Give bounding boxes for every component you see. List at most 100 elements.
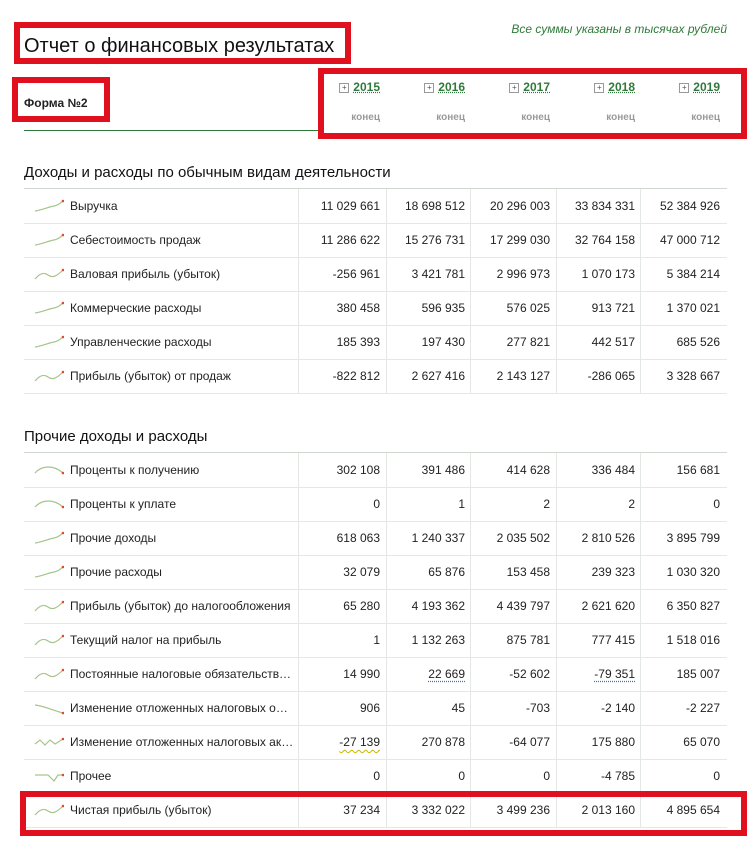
trend-sparkline-icon — [34, 301, 64, 314]
expand-icon[interactable]: + — [339, 83, 350, 93]
year-header-2017[interactable]: +2017 — [466, 78, 550, 96]
cell-value: 0 — [373, 497, 380, 511]
row-label: Прибыль (убыток) до налогообложения — [70, 599, 291, 613]
year-label[interactable]: 2019 — [693, 80, 720, 94]
row-label: Проценты к уплате — [70, 497, 176, 511]
column-divider — [298, 725, 299, 759]
column-divider — [298, 487, 299, 521]
row-label: Изменение отложенных налоговых обязатель… — [70, 701, 294, 715]
table-row[interactable]: Проценты к получению 302 108 391 486 414 62… — [24, 453, 727, 488]
cell-value: 156 681 — [676, 463, 720, 477]
cell-value: 14 990 — [343, 667, 380, 681]
column-divider — [298, 589, 299, 623]
cell-value: 33 834 331 — [574, 199, 635, 213]
cell-value: 3 499 236 — [496, 803, 550, 817]
cell-value: 302 108 — [336, 463, 380, 477]
cell-value: 197 430 — [421, 335, 465, 349]
cell-value: 47 000 712 — [659, 233, 720, 247]
row-label: Проценты к получению — [70, 463, 200, 477]
cell-value: 414 628 — [506, 463, 550, 477]
column-divider — [298, 189, 299, 223]
cell-value: 777 415 — [591, 633, 635, 647]
currency-note: Все суммы указаны в тысячах рублей — [511, 22, 727, 36]
table-row[interactable]: Валовая прибыль (убыток) -256 961 3 421 78… — [24, 257, 727, 292]
cell-value: 2 996 973 — [496, 267, 550, 281]
year-header-2016[interactable]: +2016 — [381, 78, 465, 96]
period-label: конец — [351, 112, 380, 123]
cell-value: 3 328 667 — [666, 369, 720, 383]
table-row[interactable]: Проценты к уплате 0 1 2 2 0 — [24, 487, 727, 522]
cell-value: 2 810 526 — [581, 531, 635, 545]
cell-value: 37 234 — [343, 803, 380, 817]
table-row[interactable]: Прочие расходы 32 079 65 876 153 458 239 323… — [24, 555, 727, 590]
row-label: Коммерческие расходы — [70, 301, 202, 315]
table-row[interactable]: Прибыль (убыток) до налогообложения 65 28… — [24, 589, 727, 624]
trend-sparkline-icon — [34, 600, 64, 612]
cell-value: 2 621 620 — [581, 599, 635, 613]
cell-value: 6 350 827 — [666, 599, 720, 613]
cell-value: 20 296 003 — [489, 199, 550, 213]
year-label[interactable]: 2018 — [608, 80, 635, 94]
section-title-other: Прочие доходы и расходы — [24, 428, 208, 445]
cell-value: 3 332 022 — [411, 803, 465, 817]
table-row[interactable]: Прочее 0 0 0 -4 785 0 — [24, 759, 727, 794]
cell-value: 270 878 — [421, 735, 465, 749]
table-row[interactable]: Прибыль (убыток) от продаж -822 812 2 627 … — [24, 359, 727, 394]
expand-icon[interactable]: + — [509, 83, 520, 93]
table-row[interactable]: Прочие доходы 618 063 1 240 337 2 035 502 2 … — [24, 521, 727, 556]
cell-value: 336 484 — [591, 463, 635, 477]
trend-sparkline-icon — [34, 466, 64, 475]
cell-value: 22 669 — [428, 667, 465, 681]
cell-value: 5 384 214 — [666, 267, 720, 281]
table-row[interactable]: Выручка 11 029 661 18 698 512 20 296 003 33 … — [24, 189, 727, 224]
expand-icon[interactable]: + — [679, 83, 690, 93]
row-label: Выручка — [70, 199, 118, 213]
column-divider — [298, 521, 299, 555]
row-label: Себестоимость продаж — [70, 233, 201, 247]
year-header-2018[interactable]: +2018 — [551, 78, 635, 96]
cell-value: 0 — [713, 769, 720, 783]
cell-value: 277 821 — [506, 335, 550, 349]
table-row[interactable]: Чистая прибыль (убыток) 37 234 3 332 022 3 … — [24, 793, 727, 828]
table-row[interactable]: Себестоимость продаж 11 286 622 15 276 731… — [24, 223, 727, 258]
table-row[interactable]: Коммерческие расходы 380 458 596 935 576 02… — [24, 291, 727, 326]
cell-value: 32 079 — [343, 565, 380, 579]
table-row[interactable]: Изменение отложенных налоговых обязатель… — [24, 691, 727, 726]
cell-value: 618 063 — [336, 531, 380, 545]
row-label: Изменение отложенных налоговых активов — [70, 735, 294, 749]
expand-icon[interactable]: + — [594, 83, 605, 93]
period-label: конец — [691, 112, 720, 123]
year-label[interactable]: 2015 — [353, 80, 380, 94]
table-row[interactable]: Изменение отложенных налоговых активов -2… — [24, 725, 727, 760]
cell-value: -822 812 — [332, 369, 380, 383]
cell-value: 153 458 — [506, 565, 550, 579]
row-label: Чистая прибыль (убыток) — [70, 803, 212, 817]
year-header-2015[interactable]: +2015 — [296, 78, 380, 96]
page-title: Отчет о финансовых результатах — [24, 35, 335, 57]
cell-value: 380 458 — [336, 301, 380, 315]
year-label[interactable]: 2016 — [438, 80, 465, 94]
cell-value: 1 030 320 — [666, 565, 720, 579]
expand-icon[interactable]: + — [424, 83, 435, 93]
row-label: Прочее — [70, 769, 112, 783]
year-header-2019[interactable]: +2019 — [636, 78, 720, 96]
column-divider — [298, 223, 299, 257]
cell-value: 2 — [543, 497, 550, 511]
cell-value: -64 077 — [509, 735, 550, 749]
table-row[interactable]: Постоянные налоговые обязательства (акти… — [24, 657, 727, 692]
section-title-ordinary: Доходы и расходы по обычным видам деятел… — [24, 164, 391, 181]
cell-value: 2 143 127 — [496, 369, 550, 383]
cell-value: 175 880 — [591, 735, 635, 749]
table-row[interactable]: Текущий налог на прибыль 1 1 132 263 875 78… — [24, 623, 727, 658]
trend-sparkline-icon — [34, 233, 64, 246]
cell-value: 45 — [451, 701, 465, 715]
year-label[interactable]: 2017 — [523, 80, 550, 94]
trend-sparkline-icon — [34, 565, 64, 578]
table-row[interactable]: Управленческие расходы 185 393 197 430 277 … — [24, 325, 727, 360]
cell-value: -256 961 — [332, 267, 380, 281]
cell-value: 4 439 797 — [496, 599, 550, 613]
cell-value: 0 — [458, 769, 465, 783]
period-label: конец — [436, 112, 465, 123]
cell-value: 685 526 — [676, 335, 720, 349]
cell-value: 185 393 — [336, 335, 380, 349]
